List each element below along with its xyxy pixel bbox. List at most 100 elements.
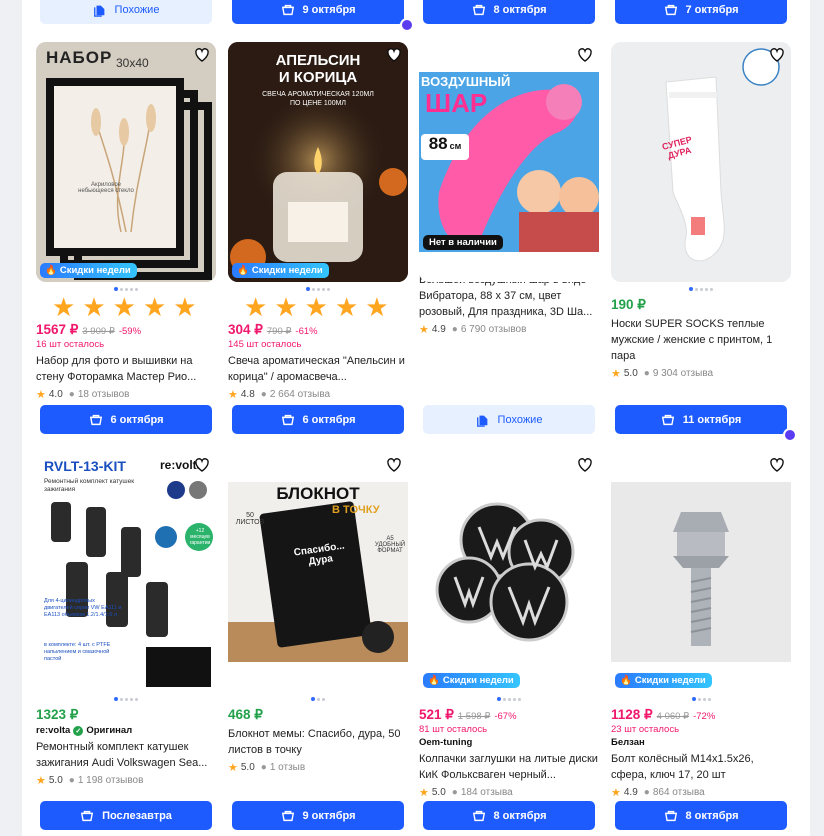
delivery-button[interactable]: 6 октября [40, 405, 212, 434]
product-title[interactable]: Ремонтный комплект катушек зажигания Aud… [36, 739, 216, 771]
product-card[interactable]: 🔥 Скидки недели 521 ₽1 598 ₽ -67% 81 шт ос… [419, 452, 599, 799]
delivery-button[interactable]: Послезавтра [40, 801, 212, 830]
fire-icon: 🔥 [620, 675, 632, 686]
heart-icon [195, 458, 209, 472]
rate-stars-widget[interactable]: ★ ★ ★ ★ ★ [36, 294, 216, 320]
sale-badge: 🔥 Скидки недели [40, 263, 137, 278]
star-icon: ★ [228, 389, 238, 401]
star-icon: ★ [36, 389, 46, 401]
price-row: 304 ₽790 ₽ -61% [228, 322, 408, 338]
pickup-icon [400, 18, 414, 32]
favorite-button[interactable] [192, 455, 212, 475]
favorite-button[interactable] [192, 45, 212, 65]
cart-icon [661, 414, 674, 425]
size-label: 88 см [421, 134, 469, 160]
product-title[interactable]: Свеча ароматическая "Апельсин и корица" … [228, 353, 408, 385]
price-row: 190 ₽ [611, 297, 791, 313]
cart-icon [281, 810, 294, 821]
old-price: 1 598 ₽ [457, 711, 491, 722]
favorite-button[interactable] [767, 45, 787, 65]
product-title[interactable]: Блокнот мемы: Спасибо, дура, 50 листов в… [228, 726, 408, 758]
image-pager[interactable] [228, 694, 408, 704]
brand-row[interactable]: Oem-tuning [419, 737, 599, 748]
image-heading: БЛОКНОТ [276, 484, 360, 503]
product-title[interactable]: Колпачки заглушки на литые диски КиК Фол… [419, 751, 599, 783]
price: 1567 ₽ [36, 322, 79, 337]
comment-icon: ● [260, 762, 267, 773]
cart-icon [281, 4, 294, 15]
favorite-button[interactable] [384, 455, 404, 475]
comment-icon: ● [451, 324, 458, 335]
product-image[interactable]: ВОЗДУШНЫЙ ШАР 88 см Нет в наличии [419, 42, 599, 282]
discount: -59% [118, 326, 142, 337]
image-heading: RVLT-13-KIT [44, 458, 126, 474]
discount: -61% [295, 326, 318, 337]
old-price: 790 ₽ [266, 326, 292, 337]
star-icon: ★ [228, 762, 238, 774]
image-pager[interactable] [611, 284, 791, 294]
product-image[interactable]: RVLT-13-KIT re:volta Ремонтный комплект … [36, 452, 216, 692]
similar-button[interactable]: Похожие [423, 405, 595, 434]
favorite-button[interactable] [384, 45, 404, 65]
fire-icon: 🔥 [237, 265, 249, 276]
price-row: 1128 ₽4 060 ₽ -72% [611, 707, 791, 723]
favorite-button[interactable] [575, 455, 595, 475]
product-image[interactable]: СУПЕР ДУРА [611, 42, 791, 282]
product-card[interactable]: СУПЕР ДУРА 190 ₽ Носки SUPER SOCKS теплые… [611, 42, 791, 380]
delivery-button[interactable]: 9 октября [232, 0, 414, 32]
rating-row: ★ 4.9 ● 864 отзыва [611, 787, 705, 799]
product-card[interactable]: ВОЗДУШНЫЙ ШАР 88см Нет в наличии Большой… [419, 42, 599, 336]
delivery-button[interactable]: 8 октября [615, 801, 787, 830]
favorite-button[interactable] [575, 45, 595, 65]
brand-row[interactable]: re:volta ✓ Оригинал [36, 725, 216, 736]
delivery-button[interactable]: 7 октября [615, 0, 787, 24]
brand-row[interactable]: Белзан [611, 737, 791, 748]
wheel-bolt-illustration [611, 452, 791, 692]
rating-row: ★ 5.0 ● 1 198 отзывов [36, 775, 144, 787]
product-card[interactable]: RVLT-13-KIT re:volta Ремонтный комплект … [36, 452, 216, 787]
delivery-button[interactable]: 11 октября [615, 405, 797, 442]
product-image[interactable]: 🔥 Скидки недели [419, 452, 599, 692]
product-image[interactable]: НАБОР 30x40 Акриловое небьющееся стекло … [36, 42, 216, 282]
product-image[interactable]: 🔥 Скидки недели [611, 452, 791, 692]
delivery-button[interactable]: 8 октября [423, 0, 595, 24]
favorite-button[interactable] [767, 455, 787, 475]
star-icon: ★ [419, 787, 429, 799]
pickup-icon [783, 428, 797, 442]
discount: -72% [693, 711, 716, 722]
delivery-button[interactable]: 8 октября [423, 801, 595, 830]
image-subheading: 30x40 [116, 56, 149, 70]
product-card[interactable]: АПЕЛЬСИН И КОРИЦА СВЕЧА АРОМАТИЧЕСКАЯ 120… [228, 42, 408, 401]
delivery-button[interactable]: 6 октября [232, 405, 404, 434]
image-subheading: ШАР [425, 88, 488, 118]
product-card[interactable]: НАБОР 30x40 Акриловое небьющееся стекло … [36, 42, 216, 401]
price: 1128 ₽ [611, 707, 653, 722]
price-row: 468 ₽ [228, 707, 408, 723]
product-title[interactable]: Набор для фото и вышивки на стену Фотора… [36, 353, 216, 385]
image-pager[interactable] [419, 694, 599, 704]
comment-icon: ● [451, 787, 458, 798]
cart-icon [472, 810, 485, 821]
warranty-label: +12 месяцев гарантии [189, 528, 211, 546]
product-title[interactable]: Болт колёсный М14х1.5х26, сфера, ключ 17… [611, 751, 791, 783]
delivery-button[interactable]: 9 октября [232, 801, 404, 830]
rate-stars-widget[interactable]: ★ ★ ★ ★ ★ [228, 294, 408, 320]
similar-icon [93, 5, 104, 17]
product-title[interactable]: Носки SUPER SOCKS теплые мужские / женск… [611, 316, 791, 364]
image-subheading: В ТОЧКУ [332, 504, 380, 516]
stock-left: 23 шт осталось [611, 724, 680, 735]
similar-button[interactable]: Похожие [40, 0, 212, 24]
product-card[interactable]: БЛОКНОТ В ТОЧКУ Спасибо... Дура 50 ЛИСТО… [228, 452, 408, 774]
price: 190 ₽ [611, 297, 646, 312]
cart-icon [281, 414, 294, 425]
product-image[interactable]: БЛОКНОТ В ТОЧКУ Спасибо... Дура 50 ЛИСТО… [228, 452, 408, 692]
image-pager[interactable] [36, 694, 216, 704]
sale-badge: 🔥 Скидки недели [615, 673, 712, 688]
rating-row: ★ 4.9 ● 6 790 отзывов [419, 324, 527, 336]
image-pager[interactable] [611, 694, 791, 704]
product-card[interactable]: 🔥 Скидки недели 1128 ₽4 060 ₽ -72% 23 шт о… [611, 452, 791, 799]
sale-badge: 🔥 Скидки недели [423, 673, 520, 688]
heart-icon [387, 458, 401, 472]
product-image[interactable]: АПЕЛЬСИН И КОРИЦА СВЕЧА АРОМАТИЧЕСКАЯ 120… [228, 42, 408, 282]
comment-icon: ● [643, 787, 650, 798]
